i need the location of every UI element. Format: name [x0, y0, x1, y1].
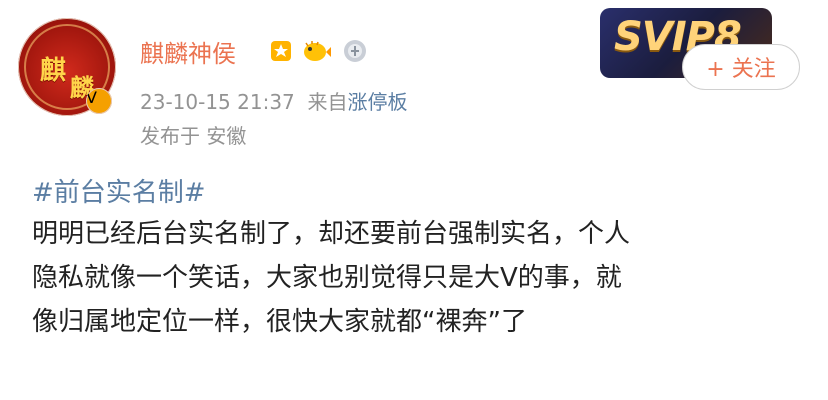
source-prefix: 来自	[307, 90, 348, 114]
silver-medal-icon[interactable]	[342, 38, 368, 64]
post-location: 发布于 安徽	[140, 124, 247, 148]
verified-badge-icon: V	[86, 88, 112, 114]
post-meta: 23-10-15 21:37 来自涨停板	[140, 86, 408, 115]
follow-button[interactable]: + 关注	[682, 44, 800, 90]
body-line: 隐私就像一个笑话，大家也别觉得只是大V的事，就	[32, 263, 622, 293]
source-link[interactable]: 涨停板	[348, 90, 408, 114]
post-time: 23-10-15 21:37	[140, 90, 295, 114]
medal-icon[interactable]	[268, 38, 294, 64]
body-line: 像归属地定位一样，很快大家就都“裸奔”了	[32, 307, 527, 337]
body-line: 明明已经后台实名制了，却还要前台强制实名，个人	[32, 219, 631, 249]
post-body: 明明已经后台实名制了，却还要前台强制实名，个人 隐私就像一个笑话，大家也别觉得只…	[32, 212, 802, 344]
author-name[interactable]: 麒麟神侯	[140, 34, 236, 69]
hashtag-link[interactable]: #前台实名制#	[32, 172, 206, 209]
pufferfish-icon[interactable]	[300, 38, 332, 64]
avatar-glyph: 麒	[40, 56, 67, 86]
